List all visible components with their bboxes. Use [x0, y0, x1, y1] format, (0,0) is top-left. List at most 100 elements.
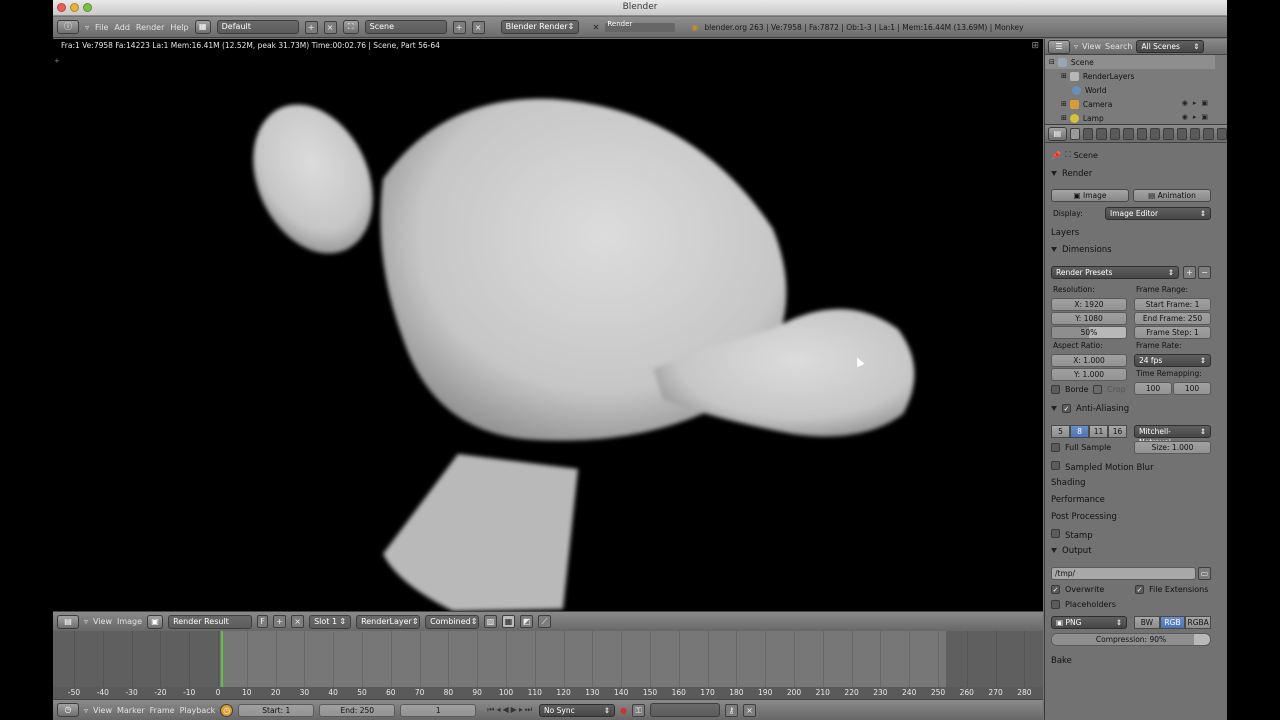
- crop-checkbox[interactable]: [1093, 384, 1102, 394]
- resolution-percentage-slider[interactable]: 50%: [1051, 326, 1127, 339]
- placeholders-row[interactable]: Placeholders: [1051, 596, 1131, 612]
- color-mode-bw[interactable]: BW: [1134, 616, 1160, 629]
- outliner-item-camera[interactable]: ⊞ Camera ◉▸▣: [1045, 97, 1215, 111]
- preview-range-icon[interactable]: ◷: [220, 703, 234, 717]
- dimensions-panel-header[interactable]: Dimensions: [1051, 245, 1112, 255]
- image-name-field[interactable]: Render Result: [168, 614, 253, 629]
- fake-user-button[interactable]: F: [257, 615, 269, 628]
- screen-layout-field[interactable]: Default: [216, 20, 299, 34]
- shading-panel-header[interactable]: Shading: [1051, 478, 1086, 488]
- outliner[interactable]: ⊟ Scene ⊞ RenderLayers World ⊞ Camera ◉▸…: [1045, 55, 1227, 125]
- file-extensions-row[interactable]: ✓ File Extensions: [1135, 581, 1215, 597]
- end-frame-field[interactable]: End: 250: [319, 703, 396, 717]
- file-extensions-checkbox[interactable]: ✓: [1135, 584, 1144, 594]
- aa-samples-8[interactable]: 8: [1070, 425, 1089, 438]
- placeholders-checkbox[interactable]: [1051, 599, 1060, 609]
- aa-samples-5[interactable]: 5: [1051, 425, 1070, 438]
- timeline-menu-frame[interactable]: Frame: [150, 706, 175, 715]
- tab-material[interactable]: [1176, 127, 1187, 140]
- render-panel-header[interactable]: Render: [1051, 169, 1092, 179]
- timeline-editor[interactable]: -50 -40 -30 -20 -10 0 10 20 30 40 50 60 70 80 90 100 110…: [53, 631, 1043, 699]
- delete-keyframe-icon[interactable]: ×: [743, 703, 757, 717]
- slot-dropdown[interactable]: Slot 1 ⇕: [309, 614, 352, 629]
- outliner-editor-type-icon[interactable]: ☰: [1048, 39, 1070, 54]
- start-frame-prop-field[interactable]: Start Frame: 1: [1134, 298, 1211, 311]
- motion-blur-panel-header[interactable]: Sampled Motion Blur: [1051, 461, 1154, 473]
- current-frame-line[interactable]: [221, 631, 223, 688]
- resolution-x-field[interactable]: X: 1920: [1051, 298, 1127, 311]
- unlink-image-icon[interactable]: ×: [291, 615, 305, 628]
- bake-panel-header[interactable]: Bake: [1051, 656, 1072, 666]
- tab-object[interactable]: [1123, 127, 1134, 140]
- scene-icon[interactable]: ⛶: [342, 20, 359, 34]
- outliner-collapse-icon[interactable]: ▿: [1074, 42, 1078, 51]
- frame-rate-dropdown[interactable]: 24 fps ⇕: [1134, 354, 1211, 367]
- remove-layout-icon[interactable]: ×: [323, 20, 337, 34]
- timeline-collapse-icon[interactable]: ▿: [84, 706, 88, 715]
- outliner-menu-view[interactable]: View: [1082, 42, 1101, 51]
- full-sample-row[interactable]: Full Sample: [1051, 439, 1131, 455]
- aa-filter-dropdown[interactable]: Mitchell-Netraval ⇕: [1134, 425, 1211, 447]
- menu-help[interactable]: Help: [170, 23, 188, 32]
- browse-folder-icon[interactable]: ▭: [1198, 567, 1211, 580]
- record-icon[interactable]: ●: [620, 706, 627, 715]
- area-split-corner-left-icon[interactable]: +: [54, 57, 60, 65]
- color-mode-rgb[interactable]: RGB: [1159, 616, 1186, 629]
- crop-checkbox-row[interactable]: Crop: [1093, 381, 1133, 397]
- add-preset-icon[interactable]: +: [1183, 266, 1196, 279]
- render-engine-dropdown[interactable]: Blender Render ⇕: [500, 20, 579, 34]
- render-presets-dropdown[interactable]: Render Presets ⇕: [1051, 266, 1179, 279]
- tab-data[interactable]: [1163, 127, 1174, 140]
- aspect-x-field[interactable]: X: 1.000: [1051, 354, 1127, 367]
- add-scene-icon[interactable]: +: [452, 20, 466, 34]
- remove-preset-icon[interactable]: −: [1198, 266, 1211, 279]
- layers-panel-header[interactable]: Layers: [1051, 228, 1079, 238]
- end-frame-prop-field[interactable]: End Frame: 250: [1134, 312, 1211, 325]
- render-animation-button[interactable]: ▤ Animation: [1133, 189, 1211, 202]
- filter-size-field[interactable]: Size: 1.000: [1134, 441, 1211, 454]
- draw-alpha-icon[interactable]: ▨: [484, 615, 498, 628]
- keying-set-icon[interactable]: ⚿: [632, 703, 646, 717]
- tab-render[interactable]: [1069, 127, 1081, 140]
- draw-zbuf-icon[interactable]: ◩: [520, 615, 534, 628]
- editor-type-button[interactable]: ⓘ: [57, 20, 79, 34]
- overwrite-checkbox[interactable]: ✓: [1051, 584, 1060, 594]
- image-menu-image[interactable]: Image: [117, 617, 142, 626]
- image-browse-icon[interactable]: ▣: [147, 614, 164, 629]
- stamp-checkbox[interactable]: [1051, 529, 1060, 538]
- frame-step-field[interactable]: Frame Step: 1: [1134, 326, 1211, 339]
- timeline-menu-marker[interactable]: Marker: [117, 706, 145, 715]
- sync-dropdown[interactable]: No Sync ⇕: [539, 703, 616, 717]
- tab-world[interactable]: [1109, 127, 1121, 140]
- output-path-field[interactable]: /tmp/: [1051, 567, 1196, 580]
- post-processing-panel-header[interactable]: Post Processing: [1051, 512, 1117, 522]
- tab-constraints[interactable]: [1136, 127, 1147, 140]
- full-sample-checkbox[interactable]: [1051, 442, 1060, 452]
- anti-aliasing-panel-header[interactable]: ✓ Anti-Aliasing: [1051, 404, 1129, 414]
- add-layout-icon[interactable]: +: [304, 20, 318, 34]
- timeline-menu-view[interactable]: View: [93, 706, 112, 715]
- outliner-item-world[interactable]: World: [1045, 83, 1215, 97]
- stamp-panel-header[interactable]: Stamp: [1051, 529, 1093, 541]
- render-image-button[interactable]: ▣ Image: [1051, 189, 1129, 202]
- outliner-item-renderlayers[interactable]: ⊞ RenderLayers: [1045, 69, 1215, 83]
- visibility-icons[interactable]: ◉▸▣: [1182, 113, 1213, 121]
- current-frame-field[interactable]: 1: [400, 703, 477, 717]
- tab-render-layers[interactable]: [1083, 127, 1094, 140]
- color-mode-selector[interactable]: BW RGB RGBA: [1134, 616, 1212, 629]
- color-mode-rgba[interactable]: RGBA: [1185, 616, 1212, 629]
- menu-render[interactable]: Render: [136, 23, 164, 32]
- render-viewport[interactable]: Fra:1 Ve:7958 Fa:14223 La:1 Mem:16.41M (…: [53, 39, 1043, 611]
- cancel-render-icon[interactable]: ✕: [593, 23, 600, 32]
- aa-samples-11[interactable]: 11: [1089, 425, 1108, 438]
- scene-field[interactable]: Scene: [364, 20, 447, 34]
- outliner-menu-search[interactable]: Search: [1105, 42, 1132, 51]
- insert-keyframe-icon[interactable]: ⚷: [725, 703, 739, 717]
- remap-new-field[interactable]: 100: [1173, 382, 1211, 395]
- timeline-menu-playback[interactable]: Playback: [180, 706, 216, 715]
- timeline-editor-type-icon[interactable]: ◷: [57, 703, 79, 717]
- remove-scene-icon[interactable]: ×: [471, 20, 485, 34]
- collapse-menu-icon[interactable]: ▿: [85, 23, 89, 32]
- image-menu-view[interactable]: View: [93, 617, 112, 626]
- tab-physics[interactable]: [1216, 127, 1227, 140]
